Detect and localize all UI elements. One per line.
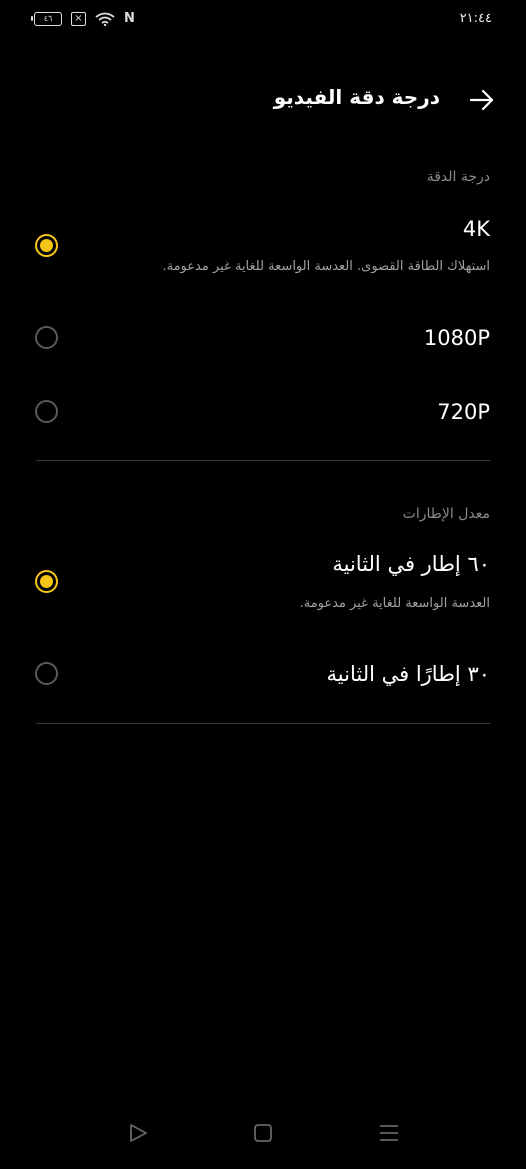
page-title: درجة دقة الفيديو: [273, 85, 440, 109]
navigation-bar: [0, 1099, 526, 1169]
nav-home-icon[interactable]: [251, 1121, 275, 1145]
nav-back-icon[interactable]: [126, 1121, 150, 1145]
radio-selected[interactable]: [35, 570, 58, 593]
option-title: 4K: [462, 217, 490, 241]
battery-level: ٤٦: [43, 14, 53, 23]
header: درجة دقة الفيديو: [0, 78, 526, 122]
section-divider: [36, 460, 490, 461]
option-title: ٣٠ إطارًا في الثانية: [326, 662, 490, 686]
nav-recents-icon[interactable]: [377, 1121, 401, 1145]
option-title: 720P: [437, 400, 490, 424]
option-subtitle: استهلاك الطاقة القصوى. العدسة الواسعة لل…: [162, 259, 490, 274]
section-label-resolution: درجة الدقة: [426, 169, 490, 185]
radio-unselected[interactable]: [35, 662, 58, 685]
section-divider: [36, 723, 490, 724]
status-time: ٢١:٤٤: [459, 11, 492, 26]
radio-unselected[interactable]: [35, 400, 58, 423]
option-1080p[interactable]: 1080P: [0, 310, 526, 366]
status-bar: ٤٦ × N ٢١:٤٤: [0, 0, 526, 40]
nfc-icon: N: [124, 11, 135, 26]
option-subtitle: العدسة الواسعة للغاية غير مدعومة.: [299, 596, 490, 611]
wifi-icon: [95, 12, 115, 26]
radio-selected[interactable]: [35, 234, 58, 257]
option-title: ٦٠ إطار في الثانية: [332, 552, 490, 576]
option-720p[interactable]: 720P: [0, 384, 526, 440]
option-4k[interactable]: 4K استهلاك الطاقة القصوى. العدسة الواسعة…: [0, 205, 526, 293]
back-arrow-icon[interactable]: [468, 88, 496, 112]
no-sim-icon: ×: [71, 11, 86, 26]
section-label-framerate: معدل الإطارات: [402, 506, 490, 522]
option-title: 1080P: [423, 326, 490, 350]
battery-icon: ٤٦: [31, 11, 62, 26]
option-60fps[interactable]: ٦٠ إطار في الثانية العدسة الواسعة للغاية…: [0, 542, 526, 632]
option-30fps[interactable]: ٣٠ إطارًا في الثانية: [0, 646, 526, 702]
status-icons: ٤٦ × N: [31, 11, 135, 26]
radio-unselected[interactable]: [35, 326, 58, 349]
